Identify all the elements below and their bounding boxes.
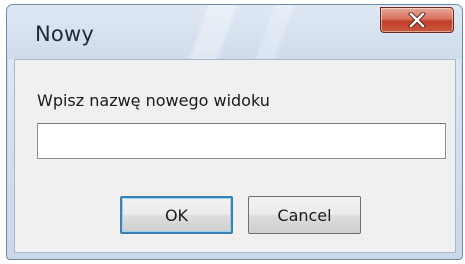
dialog-client-area: Wpisz nazwę nowego widoku OK Cancel xyxy=(14,59,456,253)
close-icon xyxy=(408,11,426,29)
cancel-button[interactable]: Cancel xyxy=(248,196,361,234)
title-bar[interactable]: Nowy xyxy=(7,5,462,59)
dialog-title: Nowy xyxy=(35,22,94,46)
view-name-input[interactable] xyxy=(37,123,446,159)
view-name-label: Wpisz nazwę nowego widoku xyxy=(37,91,270,110)
dialog-window: Nowy Wpisz nazwę nowego widoku OK Cancel xyxy=(6,4,463,260)
close-button[interactable] xyxy=(380,7,454,33)
ok-button[interactable]: OK xyxy=(120,196,233,234)
